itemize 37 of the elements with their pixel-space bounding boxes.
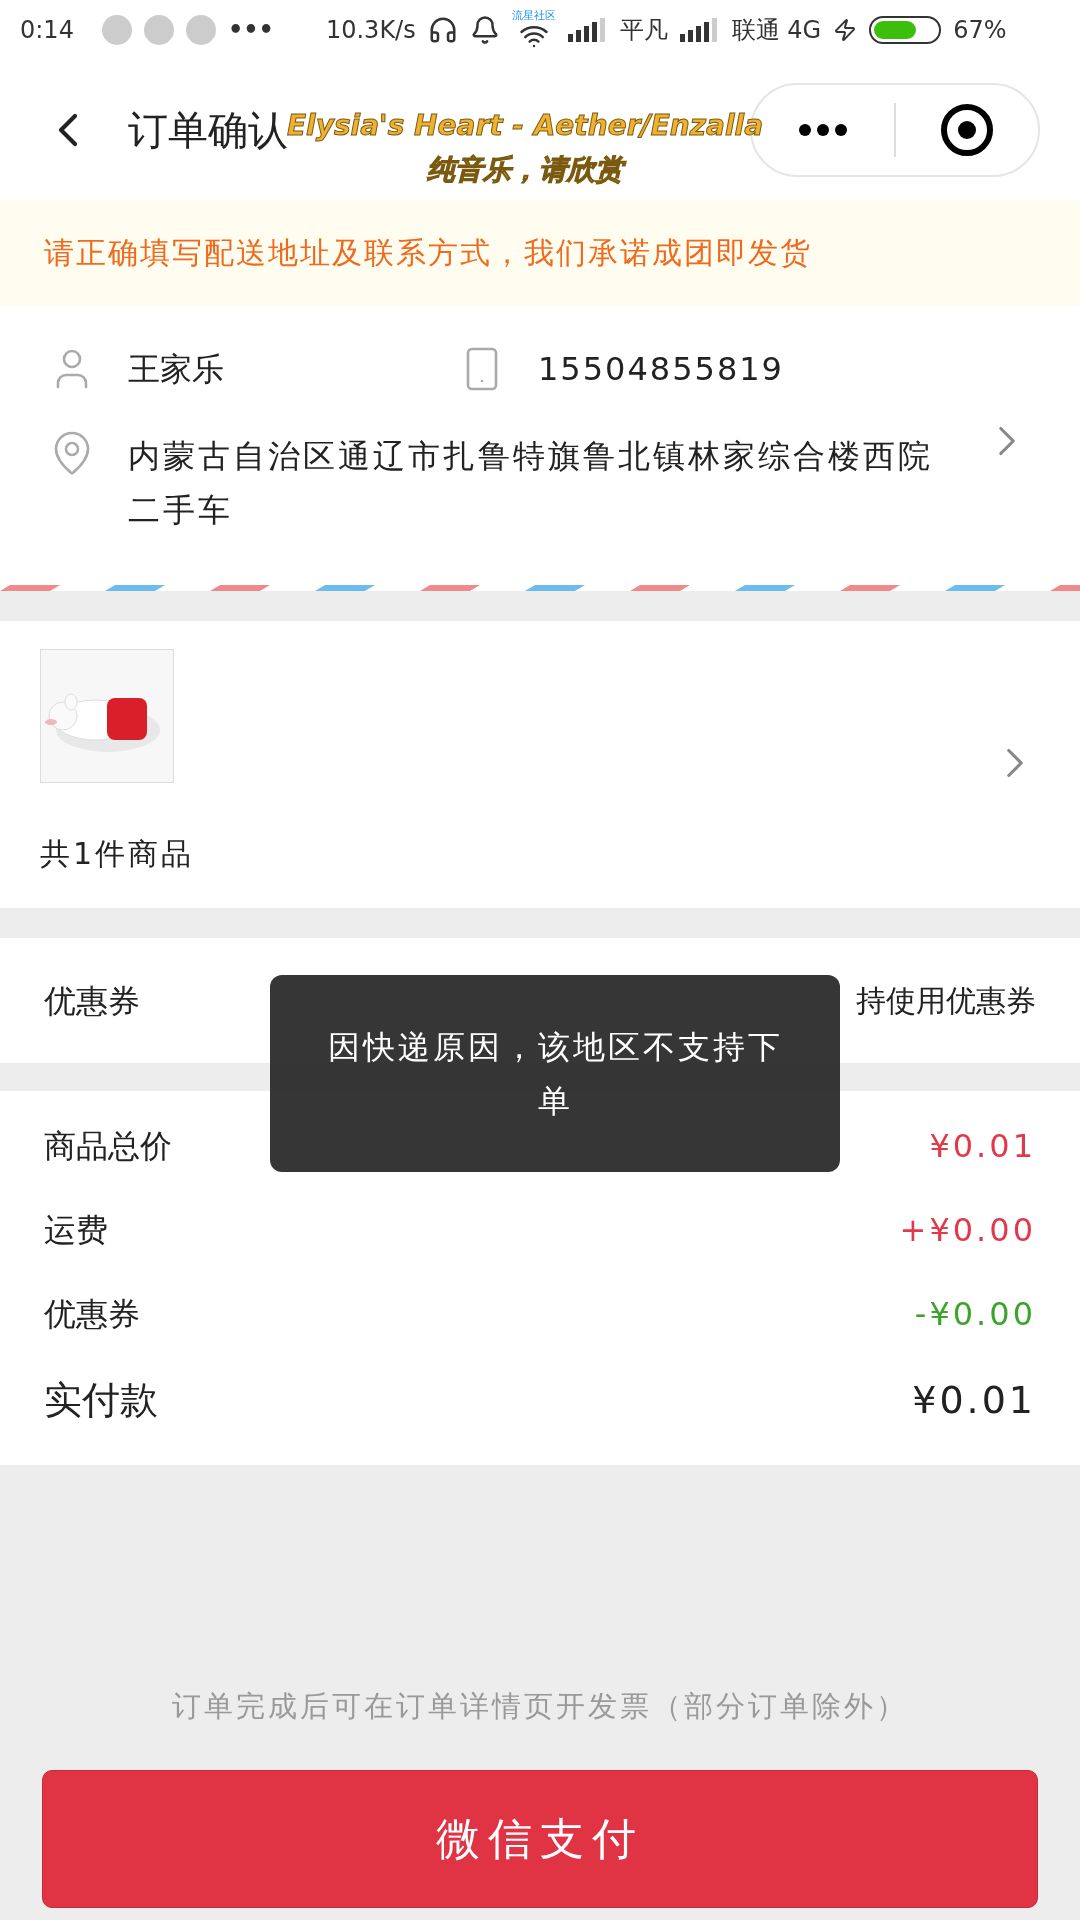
total-label: 实付款 [44,1376,158,1424]
address-card[interactable]: 王家乐 15504855819 内蒙古自治区通辽市扎鲁特旗鲁北镇林家综合楼西院二手车 [0,305,1080,585]
carrier-name: 联通 4G [731,15,822,46]
item-count: 共1件商品 [40,835,196,873]
wifi-label: 流星社区 [511,9,556,21]
product-card[interactable]: 共1件商品 [0,621,1080,908]
pay-button[interactable]: 微信支付 [42,1770,1038,1908]
network-speed: 10.3K/s [325,15,416,46]
more-notifications: ••• [227,15,274,46]
recipient-name: 王家乐 [128,349,225,390]
floating-lyric: 纯音乐，请欣赏 [423,152,627,188]
battery-percentage: 67% [953,15,1007,46]
summary-label: 优惠券 [44,1294,140,1335]
total-amount: ¥0.01 [912,1376,1036,1424]
carrier-name: 平凡 [619,15,668,46]
summary-amount: -¥0.00 [914,1294,1036,1335]
notification-icon [143,15,174,45]
page-title: 订单确认 [128,106,288,155]
battery-icon [869,16,942,44]
summary-amount: +¥0.00 [899,1210,1036,1251]
notice-text: 请正确填写配送地址及联系方式，我们承诺成团即发货 [44,234,812,272]
coupon-label: 优惠券 [44,980,140,1022]
notification-icon [185,15,216,45]
phone-number: 15504855819 [538,349,784,390]
notification-icon [101,15,132,45]
summary-label: 商品总价 [44,1126,172,1167]
signal-icon [679,18,720,42]
address-text: 内蒙古自治区通辽市扎鲁特旗鲁北镇林家综合楼西院二手车 [128,436,934,531]
coupon-status: 持使用优惠券 [856,982,1036,1020]
clock: 0:14 [20,15,74,46]
signal-icon [567,18,608,42]
summary-amount: ¥0.01 [929,1126,1036,1167]
toast-message: 因快递原因，该地区不支持下单 [326,1026,784,1122]
charging-icon [833,18,858,42]
invoice-note: 订单完成后可在订单详情页开发票（部分订单除外） [172,1687,908,1725]
summary-label: 运费 [44,1210,108,1251]
floating-lyric: Elysia's Heart - Aether/Enzalla [286,108,765,142]
